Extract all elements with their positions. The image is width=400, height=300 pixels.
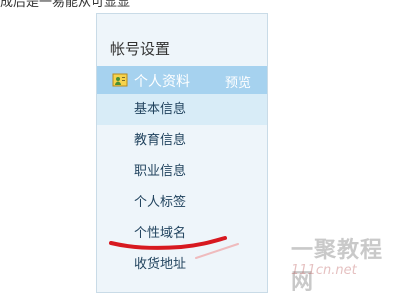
watermark-domain: 111cn.net: [291, 263, 357, 278]
preview-link[interactable]: 预览: [225, 72, 251, 91]
sidebar-item-custom-domain[interactable]: 个性域名: [97, 218, 267, 249]
sidebar-item-shipping-address[interactable]: 收货地址: [97, 249, 267, 280]
top-caption: 成后是一易能从可显显: [0, 0, 131, 10]
profile-label: 个人资料: [134, 74, 190, 90]
sidebar-item-education-info[interactable]: 教育信息: [97, 125, 267, 156]
watermark: 一聚教程网 111cn.net: [279, 232, 397, 295]
user-card-icon: [112, 73, 128, 87]
sidebar-item-career-info[interactable]: 职业信息: [97, 156, 267, 187]
sidebar-item-personal-tags[interactable]: 个人标签: [97, 187, 267, 218]
profile-nav-item[interactable]: 个人资料 预览: [97, 66, 267, 94]
account-settings-sidebar: 帐号设置 个人资料 预览 基本信息 教育信息 职业信息 个人标签 个性域名 收货…: [96, 13, 268, 293]
sidebar-item-basic-info[interactable]: 基本信息: [97, 94, 267, 125]
account-settings-title: 帐号设置: [110, 40, 171, 58]
